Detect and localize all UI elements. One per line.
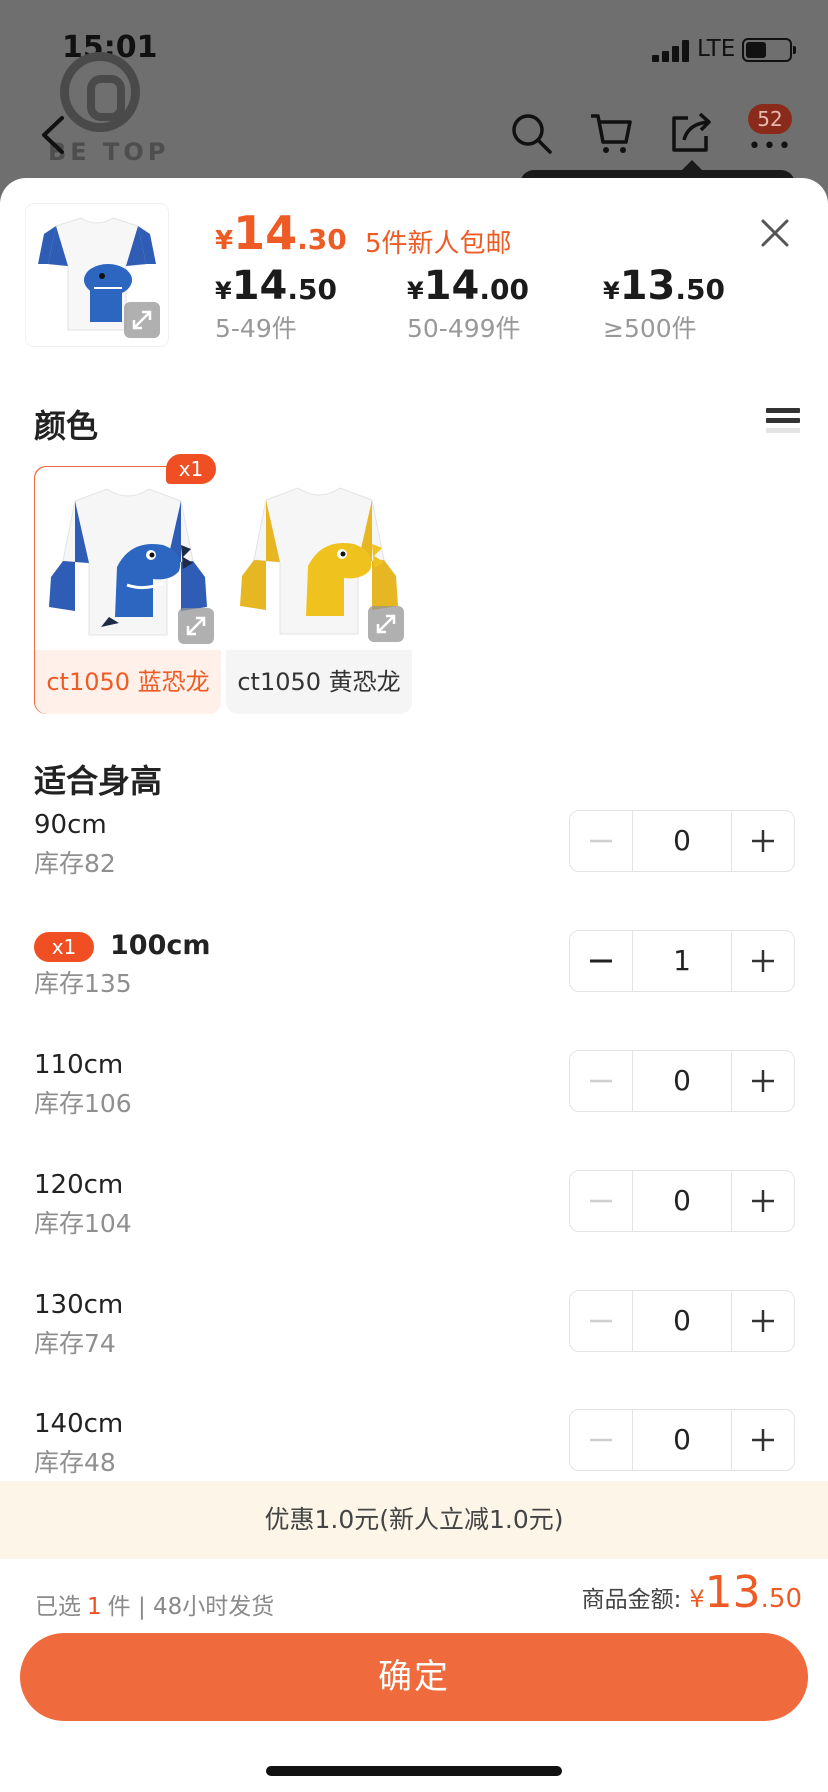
decrement-button[interactable] [570,1171,632,1231]
size-name: 130cm [34,1290,124,1320]
discount-banner: 优惠1.0元(新人立减1.0元) [0,1481,828,1559]
quantity-stepper: 0 [569,1409,795,1471]
selected-summary: 已选 1 件 | 48小时发货 [35,1594,275,1620]
size-name: 120cm [34,1170,124,1200]
decrement-button[interactable] [570,811,632,871]
back-arrow-icon[interactable] [30,110,80,160]
plus-icon [752,1190,774,1212]
decrement-button[interactable] [570,1051,632,1111]
size-row: 140cm 库存48 0 [14,1409,814,1483]
quantity-stepper: 0 [569,810,795,872]
color-option-blue[interactable]: ct1050 蓝恐龙 x1 [34,454,221,714]
expand-icon[interactable] [178,608,214,644]
quantity-input[interactable]: 0 [632,1171,732,1231]
increment-button[interactable] [732,1410,794,1470]
minus-icon [590,1438,612,1442]
total-amount: 商品金额: ¥13.50 [581,1567,802,1618]
decrement-button[interactable] [570,1410,632,1470]
price-tier: ¥14.00 50-499件 [407,263,529,343]
share-icon[interactable] [668,110,714,156]
current-price: ¥14.30 [215,206,347,260]
size-name: 140cm [34,1409,124,1439]
quantity-stepper: 0 [569,1050,795,1112]
decrement-button[interactable] [570,1291,632,1351]
color-section-title: 颜色 [34,407,99,445]
expand-icon[interactable] [124,302,160,338]
sheet-body: 颜色 ct1050 蓝恐龙 x1 ct1050 黄恐龙 适合身高 90cm 库存… [14,373,814,1483]
color-option-yellow[interactable]: ct1050 黄恐龙 [226,466,412,714]
increment-button[interactable] [732,1051,794,1111]
increment-button[interactable] [732,1291,794,1351]
size-row: x1 100cm 库存135 1 [14,930,814,1020]
expand-icon[interactable] [368,606,404,642]
home-indicator [266,1766,562,1776]
quantity-badge: x1 [34,932,94,962]
quantity-input[interactable]: 0 [632,1051,732,1111]
battery-icon [742,38,796,62]
selected-count: 1 [87,1594,102,1620]
size-stock: 库存106 [34,1089,132,1118]
minus-icon [590,1319,612,1323]
minus-icon [590,1079,612,1083]
quantity-stepper: 0 [569,1290,795,1352]
list-view-icon[interactable] [766,408,800,442]
increment-button[interactable] [732,931,794,991]
order-summary: 已选 1 件 | 48小时发货 商品金额: ¥13.50 [0,1559,828,1629]
promo-label: 5件新人包邮 [365,229,512,259]
size-stock: 库存48 [34,1448,116,1477]
price-tier-qty: 50-499件 [407,314,521,343]
price-tier-qty: 5-49件 [215,314,297,343]
cart-icon[interactable] [588,110,634,156]
quantity-input[interactable]: 0 [632,811,732,871]
product-thumbnail[interactable] [26,204,168,346]
signal-icon [652,40,692,62]
plus-icon [752,830,774,852]
background-page: 15:01 LTE BE TOP 52 ••• [0,0,828,200]
size-stock: 库存135 [34,969,132,998]
quantity-input[interactable]: 0 [632,1410,732,1470]
network-label: LTE [697,36,736,62]
plus-icon [752,1310,774,1332]
minus-icon [590,1199,612,1203]
plus-icon [752,1429,774,1451]
quantity-input[interactable]: 1 [632,931,732,991]
cart-count-badge: 52 [748,104,792,134]
size-stock: 库存104 [34,1209,132,1238]
size-stock: 库存74 [34,1329,116,1358]
close-icon[interactable] [755,213,795,253]
size-stock: 库存82 [34,849,116,878]
minus-icon [590,959,612,963]
price-tier: ¥14.50 5-49件 [215,263,337,343]
search-icon[interactable] [508,110,554,156]
quantity-stepper: 0 [569,1170,795,1232]
increment-button[interactable] [732,811,794,871]
price-tier-qty: ≥500件 [603,314,697,343]
size-section-title: 适合身高 [34,762,163,800]
plus-icon [752,950,774,972]
size-row: 130cm 库存74 0 [14,1290,814,1380]
size-row: 120cm 库存104 0 [14,1170,814,1260]
size-name: 90cm [34,810,107,840]
size-name: 110cm [34,1050,124,1080]
sheet-header: ¥14.30 5件新人包邮 ¥14.50 5-49件 ¥14.00 50-499… [0,178,828,373]
plus-icon [752,1070,774,1092]
size-row: 110cm 库存106 0 [14,1050,814,1140]
color-option-label: ct1050 蓝恐龙 [35,650,221,714]
size-row: 90cm 库存82 0 [14,810,814,900]
more-icon[interactable]: ••• [748,134,793,159]
minus-icon [590,839,612,843]
sku-selector-sheet: ¥14.30 5件新人包邮 ¥14.50 5-49件 ¥14.00 50-499… [0,178,828,1792]
quantity-input[interactable]: 0 [632,1291,732,1351]
price-tier: ¥13.50 ≥500件 [603,263,725,343]
color-option-label: ct1050 黄恐龙 [237,668,401,696]
quantity-badge: x1 [166,454,216,484]
increment-button[interactable] [732,1171,794,1231]
size-name: 100cm [110,930,211,961]
confirm-button[interactable]: 确定 [20,1633,808,1721]
decrement-button[interactable] [570,931,632,991]
quantity-stepper: 1 [569,930,795,992]
